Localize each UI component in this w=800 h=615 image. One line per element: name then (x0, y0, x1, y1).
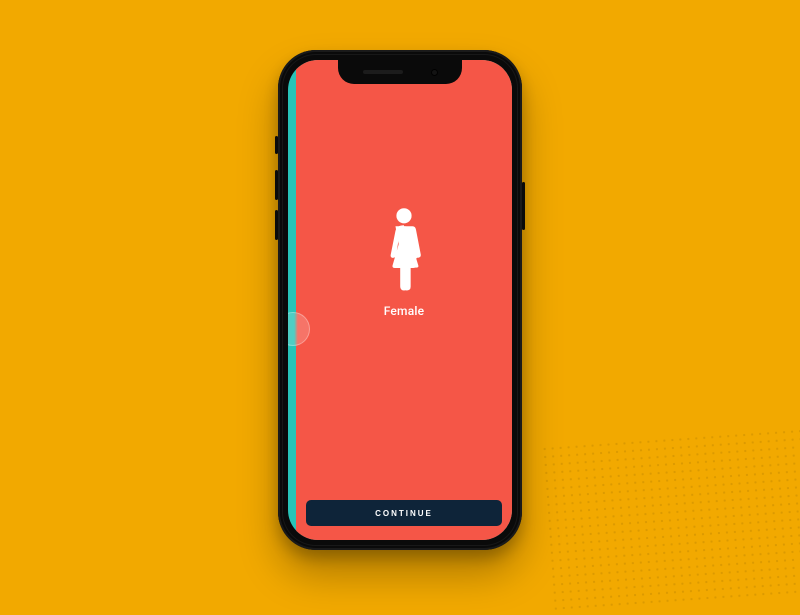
background-halftone (540, 427, 800, 615)
power-button (522, 182, 525, 230)
volume-up-button (275, 170, 278, 200)
volume-down-button (275, 210, 278, 240)
gender-label: Female (384, 304, 425, 318)
female-icon (385, 206, 423, 298)
silent-switch (275, 136, 278, 154)
front-camera (431, 69, 438, 76)
gender-option-female[interactable]: Female (384, 206, 425, 318)
continue-button[interactable]: CONTINUE (306, 500, 502, 526)
gender-select-panel[interactable]: Female CONTINUE (296, 60, 512, 540)
phone-notch (338, 60, 462, 84)
phone-screen: Female CONTINUE (288, 60, 512, 540)
earpiece (363, 70, 403, 74)
phone-mockup: Female CONTINUE (278, 50, 522, 550)
